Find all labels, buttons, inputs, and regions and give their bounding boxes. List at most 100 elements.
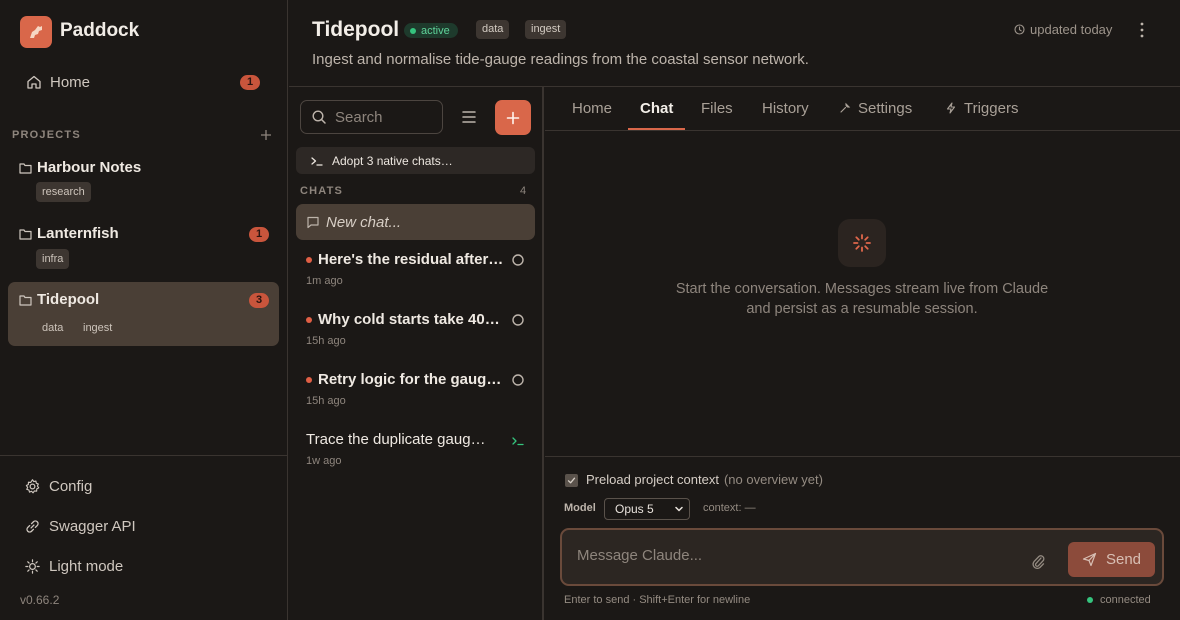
model-value: Opus 5 (615, 502, 654, 516)
clock-icon (1014, 24, 1025, 35)
tabs-divider (545, 130, 1180, 131)
empty-state-message: Start the conversation. Messages stream … (660, 279, 1064, 319)
swagger-label: Swagger API (49, 517, 136, 535)
status-dot (410, 27, 416, 34)
link-icon (26, 519, 39, 533)
tab-settings-label: Settings (858, 99, 913, 117)
paperclip-icon[interactable] (1030, 552, 1046, 570)
empty-line-2: and persist as a resumable session. (746, 301, 978, 317)
tab-chat[interactable]: Chat (640, 99, 673, 117)
project-tag: data (476, 20, 510, 39)
connection-dot (1087, 597, 1093, 603)
adopt-label: Adopt 3 native chats… (332, 153, 453, 168)
spinner-icon (853, 234, 871, 252)
connection-status: connected (1087, 594, 1151, 606)
preload-sub: (no overview yet) (723, 472, 823, 487)
home-icon (27, 75, 41, 89)
chat-time: 1w ago (306, 455, 342, 467)
chat-list-item[interactable]: Why cold starts take 40… 15h ago (306, 311, 526, 347)
gear-icon (25, 478, 40, 493)
project-tag: infra (36, 249, 70, 269)
plus-icon (506, 111, 520, 124)
context-indicator: context: — (703, 502, 756, 514)
message-placeholder: Message Claude... (577, 547, 703, 564)
project-item-lanternfish[interactable]: Lanternfish 1 infra (8, 220, 279, 276)
send-button[interactable]: Send (1068, 542, 1155, 577)
new-chat-label: New chat... (326, 213, 402, 231)
sidebar-divider (0, 455, 287, 456)
nav-home-label: Home (50, 73, 91, 91)
unread-dot (306, 316, 312, 323)
chat-list-item[interactable]: Here's the residual after… 1m ago (306, 251, 526, 287)
chat-title: Why cold starts take 40… (318, 311, 500, 328)
send-icon (1082, 552, 1097, 567)
tab-home[interactable]: Home (572, 99, 612, 117)
app-logo (20, 16, 52, 48)
project-badge: 1 (249, 227, 269, 242)
new-chat-item[interactable]: New chat... (296, 204, 535, 240)
model-select[interactable]: Opus 5 (604, 498, 690, 520)
connection-text: connected (1100, 594, 1151, 606)
search-placeholder: Search (335, 108, 383, 126)
project-name: Harbour Notes (37, 159, 142, 176)
composer-divider (545, 456, 1180, 457)
chat-time: 1m ago (306, 275, 343, 287)
chats-count: 4 (520, 185, 527, 197)
theme-label: Light mode (49, 557, 124, 575)
chat-list-item[interactable]: Retry logic for the gaug… 15h ago (306, 371, 526, 407)
chat-list-item[interactable]: Trace the duplicate gaug… 1w ago (306, 431, 526, 467)
swagger-link[interactable]: Swagger API (24, 514, 136, 538)
project-tag: data (42, 322, 64, 334)
tab-triggers[interactable]: Triggers (945, 99, 1018, 117)
project-title: Tidepool (312, 18, 400, 41)
more-options-icon[interactable] (1134, 21, 1150, 39)
lightning-icon (946, 102, 956, 114)
list-filter-icon[interactable] (456, 107, 482, 127)
project-badge: 3 (249, 293, 269, 308)
sun-icon (25, 558, 40, 574)
chats-section-label: CHATS (300, 185, 344, 197)
updated-indicator: updated today (1014, 22, 1112, 37)
horse-icon (30, 26, 42, 38)
project-item-tidepool[interactable]: Tidepool 3 data ingest (8, 282, 279, 346)
app-version: v0.66.2 (20, 593, 60, 607)
updated-text: updated today (1030, 22, 1113, 37)
theme-toggle[interactable]: Light mode (24, 554, 123, 578)
chat-search-input[interactable]: Search (300, 100, 443, 134)
config-label: Config (49, 477, 93, 495)
add-project-icon[interactable] (260, 129, 272, 141)
home-badge: 1 (240, 74, 260, 90)
pending-status-icon (512, 254, 524, 266)
empty-line-1: Start the conversation. Messages stream … (675, 281, 1049, 297)
tab-settings[interactable]: Settings (839, 99, 912, 117)
project-description: Ingest and normalise tide-gauge readings… (312, 51, 809, 68)
project-name: Tidepool (37, 291, 100, 308)
project-item-harbour-notes[interactable]: Harbour Notes research (8, 154, 279, 210)
chat-title: Trace the duplicate gaug… (306, 431, 486, 448)
config-link[interactable]: Config (24, 474, 92, 498)
adopt-native-chats-button[interactable]: Adopt 3 native chats… (296, 147, 535, 174)
model-label: Model (564, 502, 596, 514)
chat-time: 15h ago (306, 395, 346, 407)
pending-status-icon (512, 374, 524, 386)
composer-hint: Enter to send · Shift+Enter for newline (564, 594, 751, 606)
tab-files[interactable]: Files (701, 99, 733, 117)
wrench-icon (840, 102, 851, 113)
app-title: Paddock (60, 20, 140, 41)
project-tag: research (36, 182, 91, 202)
folder-icon (19, 295, 32, 306)
project-tag: ingest (525, 20, 567, 39)
nav-home[interactable]: Home 1 (26, 67, 266, 97)
preload-context-checkbox[interactable] (565, 474, 578, 487)
pending-status-icon (512, 314, 524, 326)
project-name: Lanternfish (37, 225, 119, 242)
chat-time: 15h ago (306, 335, 346, 347)
message-icon (307, 216, 319, 229)
projects-section-label: PROJECTS (12, 129, 81, 141)
tab-history[interactable]: History (762, 99, 809, 117)
preload-label: Preload project context (586, 472, 719, 487)
project-tag: ingest (83, 322, 113, 334)
chevron-down-icon (675, 506, 683, 512)
new-chat-button[interactable] (495, 100, 531, 135)
check-icon (567, 477, 576, 484)
